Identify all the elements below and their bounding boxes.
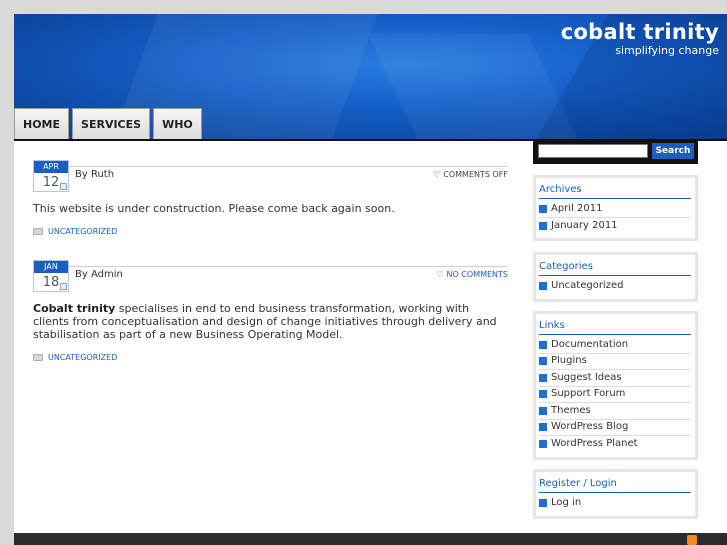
link-text[interactable]: Documentation [551,337,628,353]
post: JAN 18 By Admin ♡ NO COMMENTS Cobalt tri… [33,260,508,362]
square-bullet-icon [539,406,547,415]
category-link[interactable]: UNCATEGORIZED [48,227,117,236]
post-meta: APR 12 By Ruth ♡ COMMENTS OFF [33,160,508,200]
links-widget: Links Documentation Plugins Suggest Idea… [533,311,698,460]
link-text[interactable]: Suggest Ideas [551,370,622,386]
post-author: By Admin [75,269,123,280]
link-text[interactable]: Support Forum [551,386,625,402]
square-bullet-icon [539,282,547,291]
archives-widget: Archives April 2011 January 2011 [533,175,698,241]
square-bullet-icon [539,204,547,213]
square-bullet-icon [539,440,547,449]
comment-bubble-icon: ♡ [433,170,441,179]
post-body: Cobalt trinity specialises in end to end… [33,302,508,341]
nav-who[interactable]: WHO [153,108,202,140]
widget-title: Archives [539,184,691,199]
site-tagline: simplifying change [615,44,719,57]
calendar-icon: APR 12 [33,160,69,192]
link-item[interactable]: WordPress Planet [539,436,691,453]
square-bullet-icon [539,499,547,508]
link-text[interactable]: Plugins [551,353,587,369]
folder-icon [33,354,43,361]
categories-widget: Categories Uncategorized [533,252,698,302]
square-bullet-icon [539,340,547,349]
main-nav: HOME SERVICES WHO [14,108,205,140]
post-body-bold: Cobalt trinity [33,302,116,315]
square-bullet-icon [539,221,547,230]
search-input[interactable] [538,144,648,158]
category-link[interactable]: Uncategorized [551,278,623,294]
link-text[interactable]: WordPress Blog [551,419,628,435]
link-item[interactable]: Suggest Ideas [539,370,691,387]
post-author: By Ruth [75,169,115,180]
archive-link[interactable]: January 2011 [551,218,618,234]
link-item[interactable]: WordPress Blog [539,419,691,436]
meta-item[interactable]: Log in [539,495,691,512]
nav-home[interactable]: HOME [14,108,70,140]
post-comments[interactable]: ♡ NO COMMENTS [436,270,508,279]
square-bullet-icon [539,357,547,366]
calendar-icon: JAN 18 [33,260,69,292]
link-item[interactable]: Support Forum [539,386,691,403]
nav-services[interactable]: SERVICES [72,108,151,140]
link-item[interactable]: Plugins [539,353,691,370]
post-comments: ♡ COMMENTS OFF [433,170,508,179]
site-title[interactable]: cobalt trinity [561,20,719,44]
square-bullet-icon [539,423,547,432]
category-item[interactable]: Uncategorized [539,278,691,295]
search-widget: Search [533,139,698,164]
post-body: This website is under construction. Plea… [33,202,395,215]
square-bullet-icon [539,373,547,382]
post-category: UNCATEGORIZED [33,353,508,362]
header: cobalt trinity simplifying change HOME S… [14,14,727,140]
rss-icon[interactable] [687,535,697,545]
archive-link[interactable]: April 2011 [551,201,602,217]
page: cobalt trinity simplifying change HOME S… [14,14,727,545]
comments-label: COMMENTS OFF [443,170,508,179]
folder-icon [33,228,43,235]
archive-item[interactable]: April 2011 [539,201,691,218]
post: APR 12 By Ruth ♡ COMMENTS OFF This websi… [33,160,508,236]
footer [14,533,727,545]
widget-title[interactable]: Register / Login [539,478,691,493]
link-item[interactable]: Documentation [539,337,691,354]
link-item[interactable]: Themes [539,403,691,420]
meta-widget: Register / Login Log in [533,469,698,519]
login-link[interactable]: Log in [551,495,581,511]
comment-bubble-icon: ♡ [436,270,444,279]
category-link[interactable]: UNCATEGORIZED [48,353,117,362]
comments-label[interactable]: NO COMMENTS [446,270,508,279]
search-button[interactable]: Search [652,143,694,159]
post-month: JAN [34,261,68,273]
widget-title: Links [539,320,691,335]
post-category: UNCATEGORIZED [33,227,508,236]
post-month: APR [34,161,68,173]
link-text[interactable]: WordPress Planet [551,436,638,452]
archive-item[interactable]: January 2011 [539,218,691,235]
link-text[interactable]: Themes [551,403,591,419]
widget-title: Categories [539,261,691,276]
square-bullet-icon [539,390,547,399]
post-meta: JAN 18 By Admin ♡ NO COMMENTS [33,260,508,300]
